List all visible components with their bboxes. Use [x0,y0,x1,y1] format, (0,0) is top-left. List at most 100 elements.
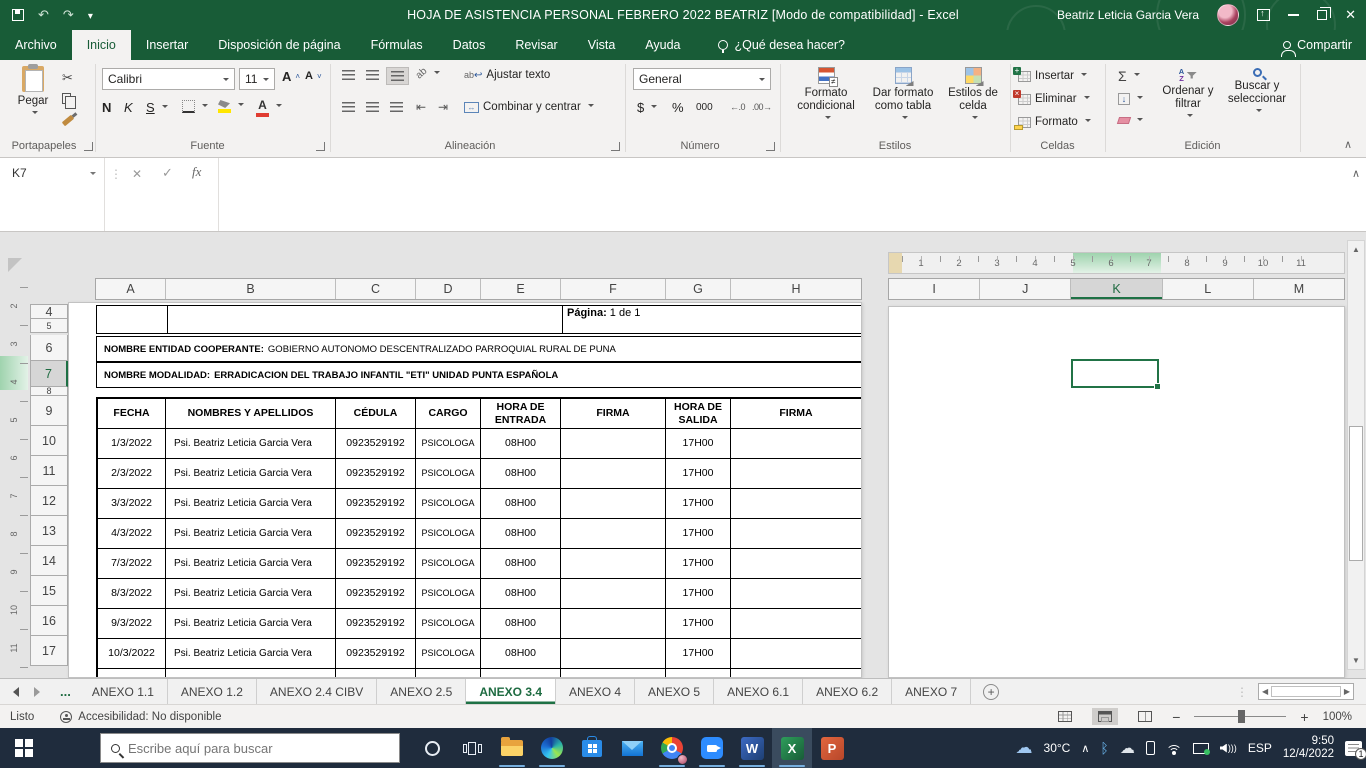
bluetooth-icon[interactable] [1100,740,1108,756]
delete-cells-button[interactable]: Eliminar [1013,89,1090,105]
row-header[interactable]: 12 [30,486,68,516]
selected-cell-K7[interactable] [1071,359,1161,390]
cell-salida[interactable]: 17H00 [666,489,731,518]
zoom-app-button[interactable] [692,728,732,768]
row-header[interactable]: 9 [30,396,68,426]
cell-cedula[interactable]: 0923529192 [336,489,416,518]
column-header[interactable]: F [561,279,666,299]
cell-fecha[interactable]: 11/3/2022 [98,669,166,677]
cell-firma-entrada[interactable] [561,549,666,578]
cell-entrada[interactable]: 08H00 [481,459,561,488]
cell-fecha[interactable]: 10/3/2022 [98,639,166,668]
cell-nombres[interactable]: Psi. Beatriz Leticia Garcia Vera [166,459,336,488]
cell-salida[interactable]: 17H00 [666,459,731,488]
zoom-slider[interactable] [1194,709,1287,723]
modality-row[interactable]: NOMBRE MODALIDAD: ERRADICACION DEL TRABA… [96,362,861,388]
clear-icon[interactable] [1116,117,1143,124]
cell-nombres[interactable]: Psi. Beatriz Leticia Garcia Vera [166,489,336,518]
sheet-tab[interactable]: ANEXO 4 [556,679,636,704]
cell-salida[interactable]: 17H00 [666,669,731,677]
row-header[interactable]: 11 [30,456,68,486]
cell-entrada[interactable]: 08H00 [481,579,561,608]
header-firma-salida[interactable]: FIRMA [731,399,861,428]
ribbon-tab[interactable]: Insertar [131,30,203,60]
cell-entrada[interactable]: 08H00 [481,489,561,518]
wrap-text-button[interactable]: Ajustar texto [464,69,550,81]
cell-firma-salida[interactable] [731,519,861,548]
edge-button[interactable] [532,728,572,768]
column-header[interactable]: B [166,279,336,299]
share-button[interactable]: Compartir [1281,30,1352,60]
cell-cedula[interactable]: 0923529192 [336,669,416,677]
cell-cedula[interactable]: 0923529192 [336,459,416,488]
paste-button[interactable]: Pegar [8,64,58,117]
merge-center-button[interactable]: Combinar y centrar [464,101,594,113]
cell-entrada[interactable]: 08H00 [481,549,561,578]
cancel-icon[interactable] [132,165,142,183]
avatar[interactable] [1217,4,1240,26]
cell-firma-entrada[interactable] [561,429,666,458]
align-left-icon[interactable] [338,99,359,115]
cell-cargo[interactable]: PSICOLOGA [416,639,481,668]
page-right[interactable] [888,306,1345,678]
ribbon-tab[interactable]: Disposición de página [203,30,355,60]
cell-fecha[interactable]: 4/3/2022 [98,519,166,548]
align-center-icon[interactable] [362,99,383,115]
cell-firma-salida[interactable] [731,579,861,608]
bold-button[interactable]: N [102,100,120,115]
increase-indent-icon[interactable] [438,100,448,114]
row-header[interactable]: 14 [30,546,68,576]
cell-cargo[interactable]: PSICOLOGA [416,459,481,488]
ribbon-tab[interactable]: Archivo [0,30,72,60]
column-header[interactable]: K [1071,279,1163,299]
wifi-icon[interactable] [1165,742,1182,755]
task-view-button[interactable] [452,728,492,768]
row-header[interactable]: 10 [30,426,68,456]
cell-fecha[interactable]: 3/3/2022 [98,489,166,518]
horizontal-scrollbar-thumb[interactable] [1271,686,1341,697]
cell-firma-salida[interactable] [731,609,861,638]
cell-fecha[interactable]: 1/3/2022 [98,429,166,458]
cell-salida[interactable]: 17H00 [666,429,731,458]
horizontal-ruler[interactable]: 1 2 3 4 5 6 7 8 9 10 11 [888,252,1345,274]
format-as-table-button[interactable]: Dar formato como tabla [866,67,940,122]
formula-bar-resize-handle[interactable] [110,165,122,183]
comma-style-icon[interactable]: 000 [696,102,713,113]
copy-icon[interactable] [62,93,76,109]
cell-entrada[interactable]: 08H00 [481,639,561,668]
cell-firma-entrada[interactable] [561,489,666,518]
ribbon-tab[interactable]: Datos [438,30,501,60]
row-header[interactable]: 6 [30,335,68,361]
cell-entrada[interactable]: 08H00 [481,429,561,458]
sheet-tab[interactable]: ANEXO 7 [892,679,972,704]
sheet-nav-right-icon[interactable] [26,679,52,704]
underline-button[interactable]: S [146,100,164,115]
alignment-dialog-launcher[interactable] [611,142,620,151]
cell-cargo[interactable]: PSICOLOGA [416,579,481,608]
header-hora-entrada[interactable]: HORA DE ENTRADA [481,399,561,428]
cell-cedula[interactable]: 0923529192 [336,609,416,638]
sheet-tab[interactable]: ANEXO 5 [635,679,715,704]
hscroll-right-icon[interactable]: ▶ [1344,687,1350,696]
volume-icon[interactable]: ))) [1219,743,1237,753]
cell-nombres[interactable]: Psi. Beatriz Leticia Garcia Vera [166,429,336,458]
sheet-tab[interactable]: ANEXO 6.2 [803,679,893,704]
align-bottom-icon[interactable] [386,67,409,85]
language-indicator[interactable]: ESP [1248,741,1272,755]
cell-cargo[interactable]: PSICOLOGA [416,489,481,518]
cell-cedula[interactable]: 0923529192 [336,429,416,458]
row-header[interactable]: 17 [30,636,68,666]
header-cargo[interactable]: CARGO [416,399,481,428]
format-painter-icon[interactable] [61,114,75,127]
tabbar-resize-handle[interactable] [1236,683,1248,701]
number-format-select[interactable]: General [633,68,771,90]
cortana-button[interactable] [412,728,452,768]
increase-font-icon[interactable] [282,69,300,84]
insert-cells-button[interactable]: Insertar [1013,66,1087,82]
currency-icon[interactable]: $ [637,100,657,115]
sheet-tab[interactable]: ANEXO 6.1 [714,679,804,704]
cell-firma-entrada[interactable] [561,669,666,677]
zoom-level[interactable]: 100% [1323,711,1352,723]
cell-fecha[interactable]: 8/3/2022 [98,579,166,608]
horizontal-scrollbar[interactable]: ◀ ▶ [1258,683,1354,700]
